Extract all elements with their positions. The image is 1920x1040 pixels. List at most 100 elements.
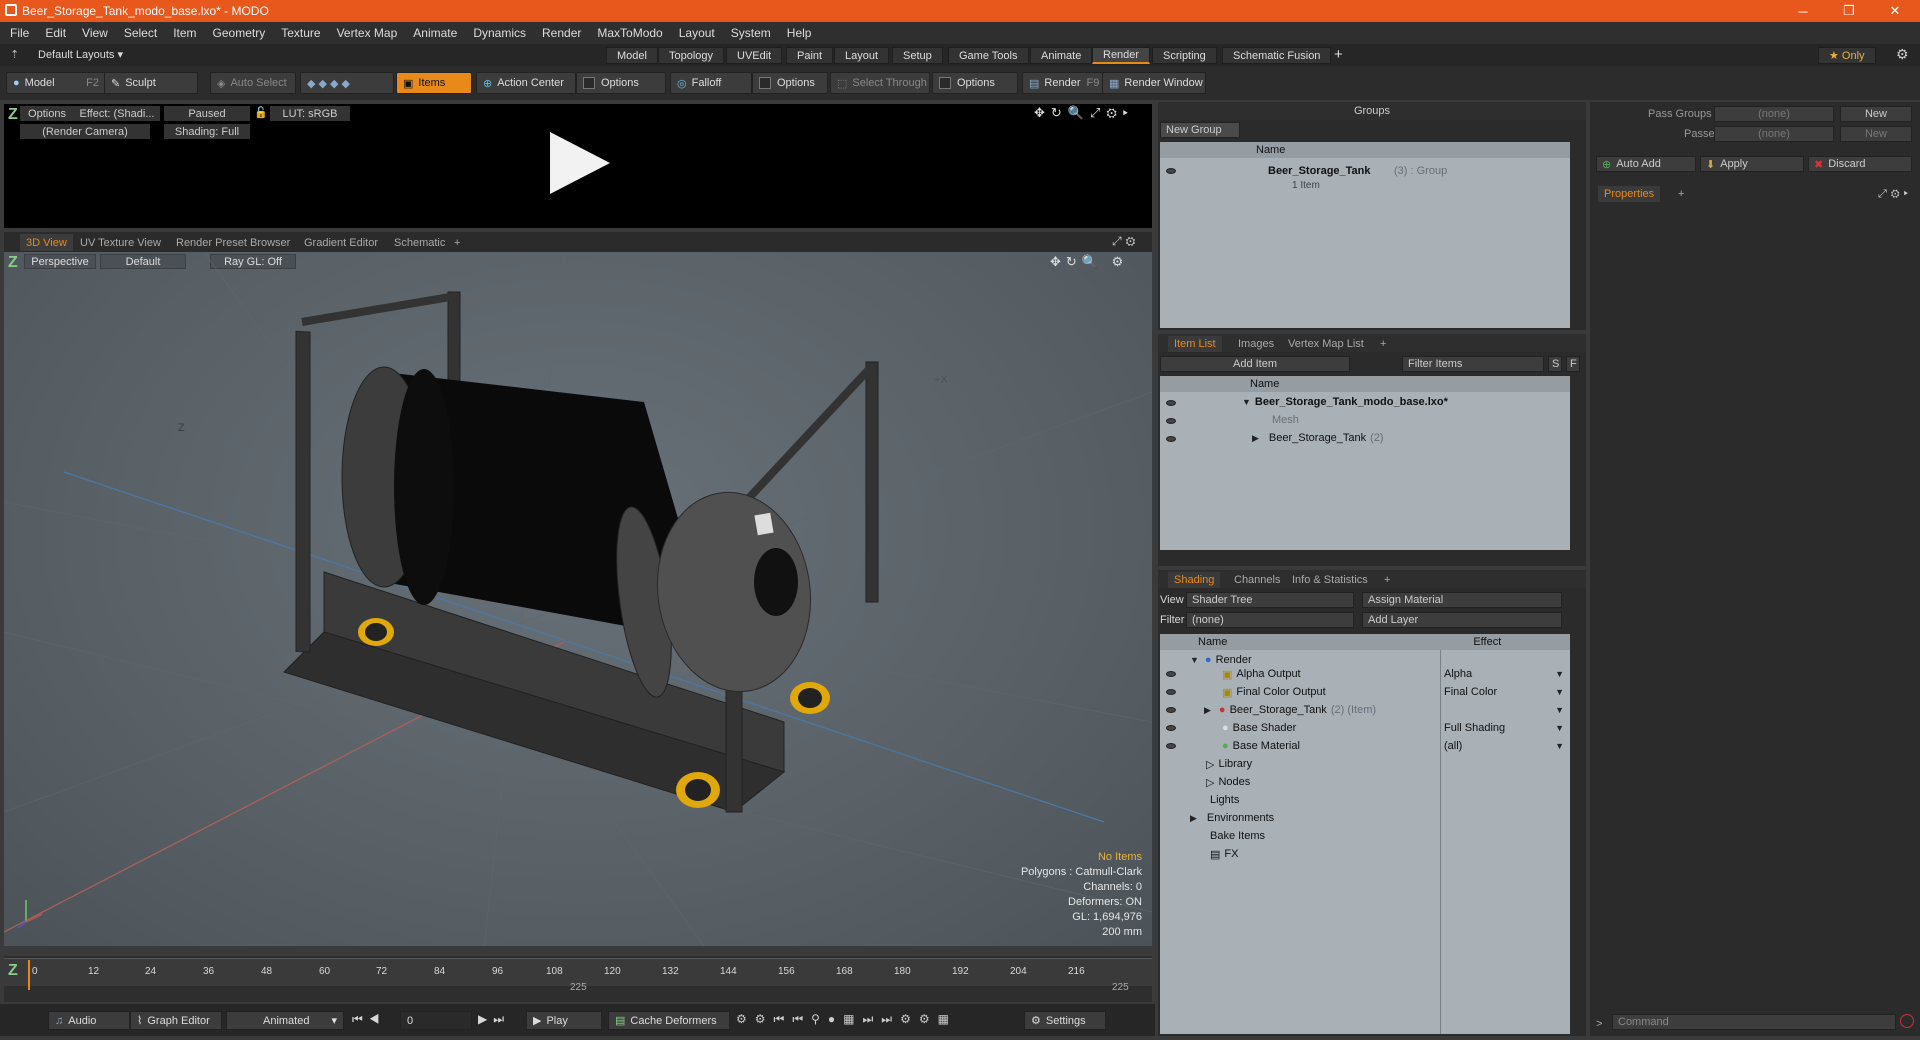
eye-icon[interactable] bbox=[1166, 689, 1176, 695]
falloff-button[interactable]: ◎ Falloff bbox=[670, 72, 752, 94]
cache-deformers-button[interactable]: ▤ Cache Deformers bbox=[608, 1011, 730, 1030]
scene-item[interactable]: ▼ Beer_Storage_Tank_modo_base.lxo* bbox=[1242, 393, 1448, 411]
tab-game-tools[interactable]: Game Tools bbox=[948, 47, 1029, 64]
shading-dropdown[interactable]: Shading: Full bbox=[164, 124, 250, 139]
playhead[interactable] bbox=[28, 960, 30, 990]
menu-edit[interactable]: Edit bbox=[37, 26, 74, 40]
shader-row-final-color[interactable]: ▣ Final Color Output bbox=[1222, 683, 1326, 701]
menu-vertex-map[interactable]: Vertex Map bbox=[329, 26, 406, 40]
tab-3d-view[interactable]: 3D View bbox=[20, 234, 73, 251]
eye-icon[interactable] bbox=[1166, 725, 1176, 731]
tab-info-statistics[interactable]: Info & Statistics bbox=[1286, 572, 1374, 588]
vertex-mode-icon[interactable]: ◆ ◆ ◆ ◆ bbox=[307, 77, 350, 90]
tab-shading[interactable]: Shading bbox=[1168, 572, 1221, 588]
base-shader-effect-dropdown[interactable]: Full Shading ▼ bbox=[1444, 719, 1564, 737]
timeline[interactable]: Z 0 12 24 36 48 60 72 84 96 108 120 132 … bbox=[4, 956, 1152, 1002]
new-group-button[interactable]: New Group bbox=[1160, 122, 1240, 138]
add-tab-button[interactable]: + bbox=[1334, 46, 1343, 63]
settings-button[interactable]: ⚙ Settings bbox=[1024, 1011, 1106, 1030]
sculpt-button[interactable]: ✎ Sculpt bbox=[104, 72, 198, 94]
shader-tree[interactable]: Name Effect ▼ ● Render ▣ Alpha Output Alpha… bbox=[1160, 634, 1570, 1034]
animated-dropdown[interactable]: Animated ▾ bbox=[226, 1011, 344, 1030]
add-viewport-tab[interactable]: + bbox=[448, 234, 466, 251]
tab-images[interactable]: Images bbox=[1232, 336, 1280, 352]
base-material-effect-dropdown[interactable]: (all) ▼ bbox=[1444, 737, 1564, 755]
shader-row-environments[interactable]: ▶ Environments bbox=[1190, 809, 1274, 827]
tab-gradient-editor[interactable]: Gradient Editor bbox=[298, 234, 384, 251]
tank-group-item[interactable]: ▶ Beer_Storage_Tank (2) bbox=[1252, 429, 1384, 447]
tab-layout[interactable]: Layout bbox=[834, 47, 890, 64]
3d-viewport[interactable]: Z Perspective Default Ray GL: Off ✥↻🔍 ⚙ … bbox=[4, 252, 1152, 946]
tab-vertex-map-list[interactable]: Vertex Map List bbox=[1282, 336, 1370, 352]
falloff-options[interactable]: Options bbox=[752, 72, 828, 94]
s-toggle[interactable]: S bbox=[1548, 356, 1562, 372]
action-center-button[interactable]: ⊕ Action Center bbox=[476, 72, 576, 94]
filter-items-field[interactable]: Filter Items bbox=[1402, 356, 1544, 372]
menu-geometry[interactable]: Geometry bbox=[205, 26, 274, 40]
paused-toggle[interactable]: Paused bbox=[164, 106, 250, 121]
layout-selector[interactable]: Default Layouts ▾ bbox=[38, 48, 123, 61]
skip-back-icons[interactable]: ⏮◀ bbox=[352, 1012, 386, 1027]
shader-row-fx[interactable]: ▤ FX bbox=[1210, 845, 1238, 863]
only-toggle[interactable]: ★ Only bbox=[1818, 47, 1876, 64]
shader-row-lights[interactable]: Lights bbox=[1210, 791, 1239, 809]
expand-arrow-icon[interactable]: ▶ bbox=[1252, 433, 1259, 444]
eye-icon[interactable] bbox=[1166, 400, 1176, 406]
tab-render[interactable]: Render bbox=[1092, 47, 1151, 64]
new-pass-group-button[interactable]: New bbox=[1840, 106, 1912, 122]
tab-model[interactable]: Model bbox=[606, 47, 658, 64]
shader-row-library[interactable]: ▷ Library bbox=[1206, 755, 1252, 773]
expand-arrow-icon[interactable]: ▼ bbox=[1242, 397, 1251, 407]
add-tab-button[interactable]: + bbox=[1378, 572, 1396, 588]
tab-channels[interactable]: Channels bbox=[1228, 572, 1286, 588]
auto-select-button[interactable]: ◈ Auto Select bbox=[210, 72, 296, 94]
lut-dropdown[interactable]: LUT: sRGB bbox=[270, 106, 350, 121]
menu-help[interactable]: Help bbox=[779, 26, 820, 40]
render-window-button[interactable]: ▦ Render Window bbox=[1102, 72, 1206, 94]
tab-paint[interactable]: Paint bbox=[786, 47, 834, 64]
shader-row-tank[interactable]: ▶ ● Beer_Storage_Tank (2) (Item) bbox=[1204, 701, 1376, 719]
eye-icon[interactable] bbox=[1166, 436, 1176, 442]
tab-scripting[interactable]: Scripting bbox=[1152, 47, 1217, 64]
preview-nav-icons[interactable]: ✥↻🔍⤢⚙▸ bbox=[1034, 105, 1134, 121]
menu-view[interactable]: View bbox=[74, 26, 116, 40]
add-tab-button[interactable]: + bbox=[1672, 186, 1690, 202]
tab-schematic-fusion[interactable]: Schematic Fusion bbox=[1222, 47, 1332, 64]
key-tools-icons[interactable]: ⚙⚙⏮⏮⚲●▦⏭⏭⚙⚙▦ bbox=[736, 1012, 957, 1027]
graph-editor-button[interactable]: ⌇ Graph Editor bbox=[130, 1011, 222, 1030]
render-preview[interactable]: Z Options Effect: (Shadi... Paused 🔓 LUT… bbox=[4, 104, 1152, 228]
passes-dropdown[interactable]: (none) bbox=[1714, 126, 1834, 142]
lock-icon[interactable]: 🔓 bbox=[254, 106, 268, 119]
eye-icon[interactable] bbox=[1166, 707, 1176, 713]
play-icon[interactable] bbox=[544, 128, 614, 198]
final-color-effect-dropdown[interactable]: Final Color ▼ bbox=[1444, 683, 1564, 701]
menu-layout[interactable]: Layout bbox=[671, 26, 723, 40]
command-input[interactable]: Command bbox=[1612, 1014, 1896, 1030]
eye-icon[interactable] bbox=[1166, 743, 1176, 749]
shader-row-nodes[interactable]: ▷ Nodes bbox=[1206, 773, 1250, 791]
tab-render-preset-browser[interactable]: Render Preset Browser bbox=[170, 234, 296, 251]
new-pass-button[interactable]: New bbox=[1840, 126, 1912, 142]
restore-button[interactable]: ❐ bbox=[1826, 0, 1872, 22]
record-icon[interactable] bbox=[1900, 1014, 1914, 1028]
assign-material-button[interactable]: Assign Material bbox=[1362, 592, 1562, 608]
frame-field[interactable]: 0 bbox=[400, 1011, 472, 1030]
add-item-dropdown[interactable]: Add Item bbox=[1160, 356, 1350, 372]
effect-dropdown[interactable]: Effect: (Shadi... bbox=[74, 106, 160, 121]
minimize-button[interactable]: ─ bbox=[1780, 0, 1826, 22]
menu-maxtomodo[interactable]: MaxToModo bbox=[589, 26, 670, 40]
close-button[interactable]: ✕ bbox=[1872, 0, 1918, 22]
shader-row-base-material[interactable]: ● Base Material bbox=[1222, 737, 1300, 755]
tab-setup[interactable]: Setup bbox=[892, 47, 943, 64]
filter-dropdown[interactable]: (none) bbox=[1186, 612, 1354, 628]
shader-row-alpha-output[interactable]: ▣ Alpha Output bbox=[1222, 665, 1301, 683]
layout-up-icon[interactable]: ⇡ bbox=[10, 48, 19, 61]
add-layer-dropdown[interactable]: Add Layer bbox=[1362, 612, 1562, 628]
play-button[interactable]: ▶ Play bbox=[526, 1011, 602, 1030]
items-mode-button[interactable]: ▣ Items bbox=[396, 72, 472, 94]
tab-topology[interactable]: Topology bbox=[658, 47, 725, 64]
tank-effect-dropdown[interactable]: ▼ bbox=[1444, 701, 1564, 719]
discard-button[interactable]: ✖ Discard bbox=[1808, 156, 1912, 172]
tab-schematic[interactable]: Schematic bbox=[388, 234, 451, 251]
action-center-options[interactable]: Options bbox=[576, 72, 666, 94]
